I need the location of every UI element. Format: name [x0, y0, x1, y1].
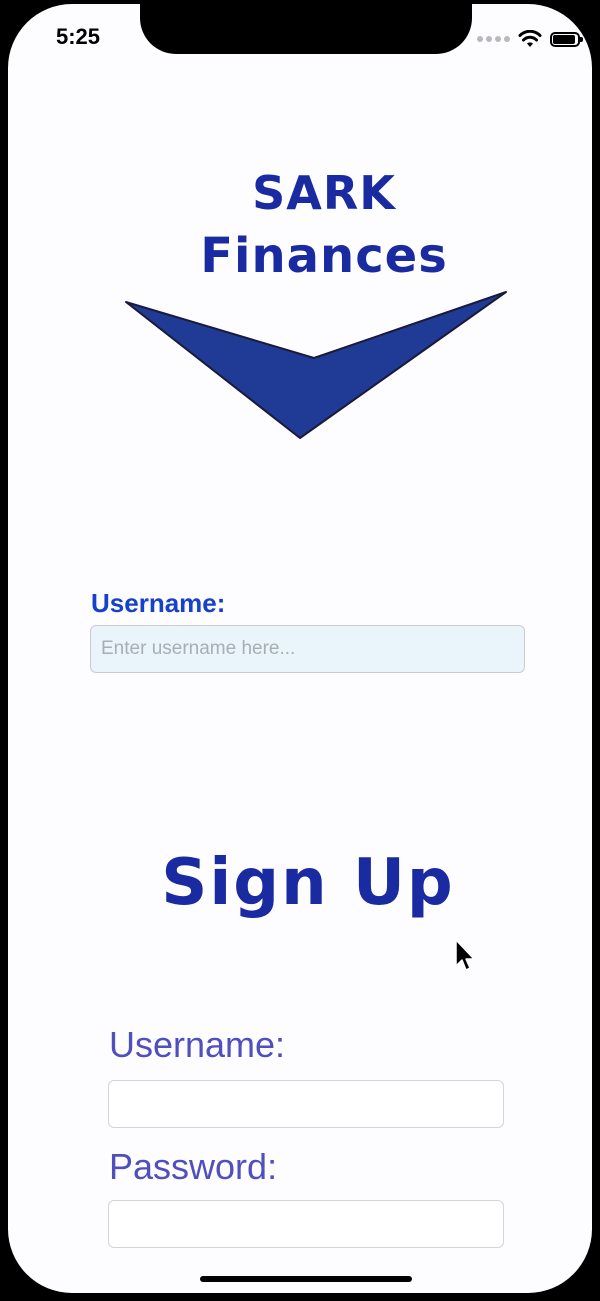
signup-password-label: Password: — [109, 1146, 278, 1187]
home-indicator[interactable] — [200, 1276, 412, 1282]
battery-icon — [550, 31, 583, 47]
signal-dots-icon — [477, 36, 510, 42]
username-label: Username: — [91, 588, 226, 618]
status-time: 5:25 — [56, 24, 101, 49]
logo-title-line2: Finances — [200, 228, 448, 284]
signup-title: Sign Up — [161, 846, 455, 920]
status-icons — [477, 30, 583, 48]
signup-password-input[interactable] — [108, 1200, 504, 1248]
signup-username-label: Username: — [109, 1024, 286, 1065]
notch — [140, 4, 472, 54]
logo-chevron-icon — [125, 291, 507, 439]
logo-title-line1: SARK — [252, 166, 396, 220]
username-input[interactable] — [90, 625, 525, 673]
wifi-icon — [518, 30, 542, 47]
phone-screen: 5:25 SARK Finances Username: Sign Up Use… — [8, 4, 592, 1293]
mouse-pointer-icon — [455, 939, 475, 971]
signup-username-input[interactable] — [108, 1080, 504, 1128]
